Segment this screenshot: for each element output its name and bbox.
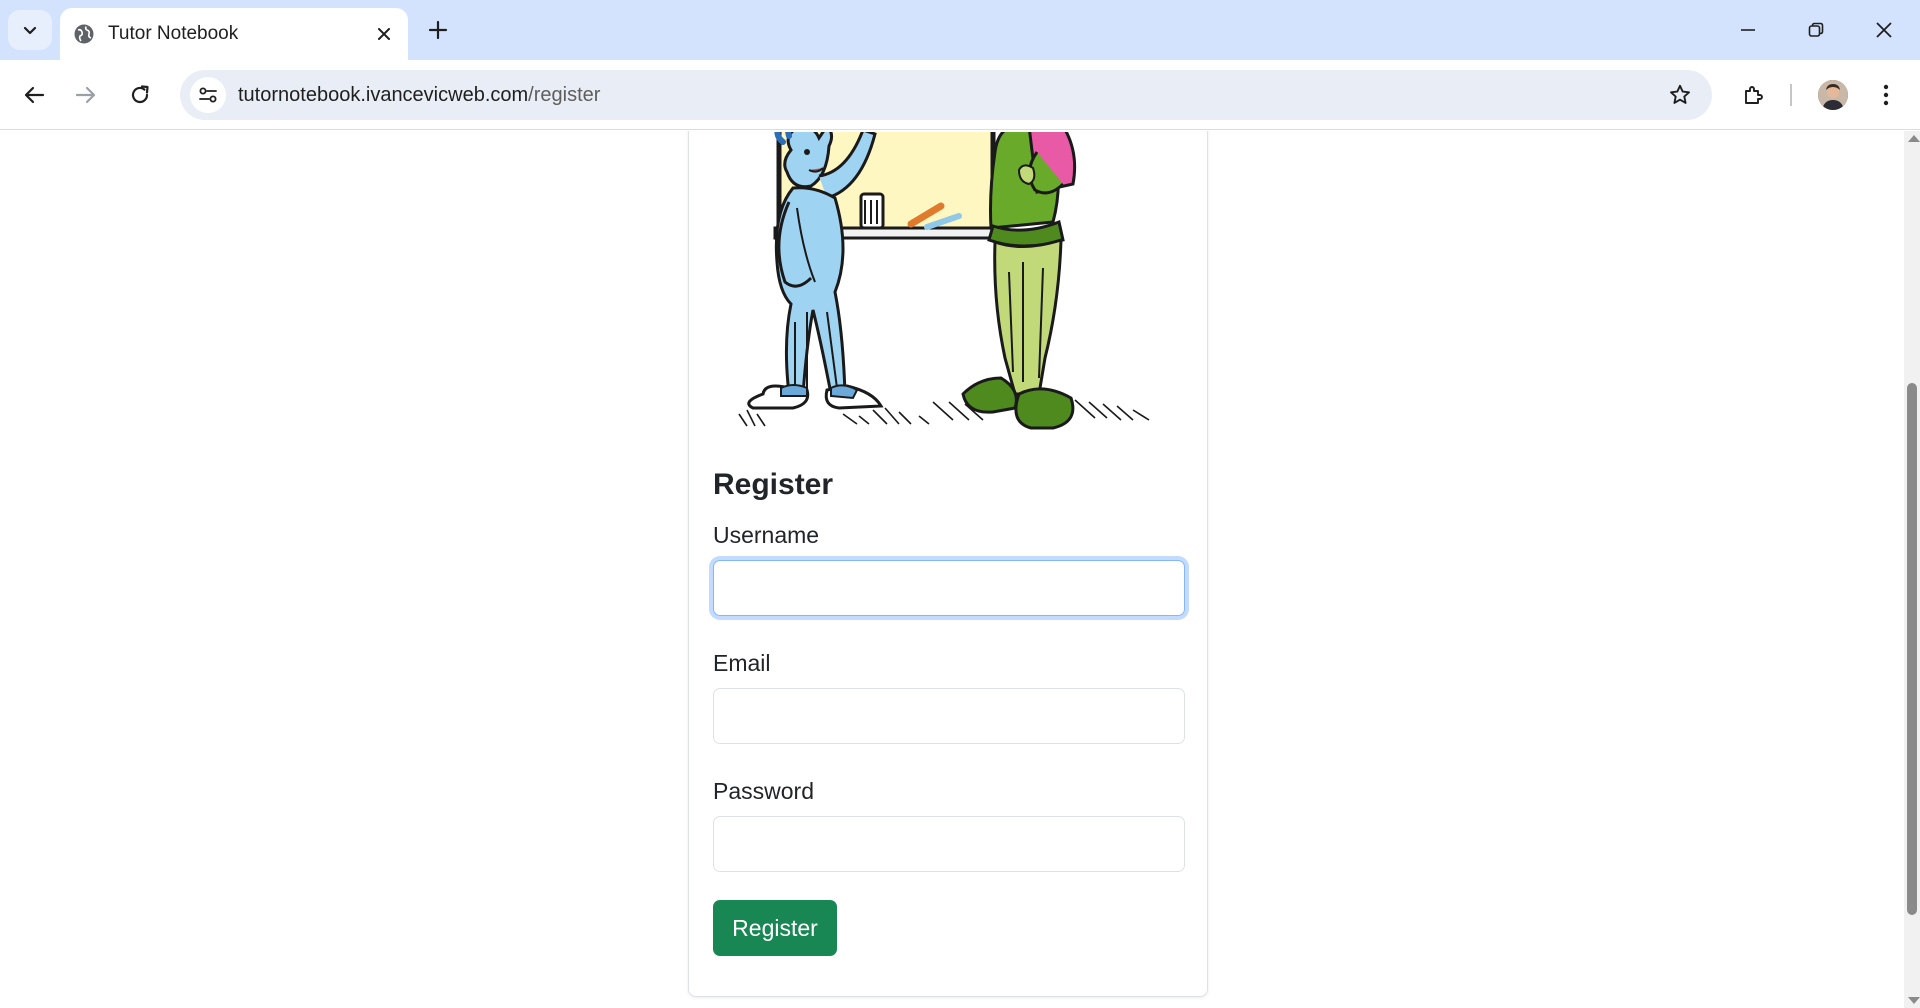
profile-avatar[interactable] xyxy=(1818,80,1848,110)
tab-title: Tutor Notebook xyxy=(108,23,239,44)
restore-button[interactable] xyxy=(1782,0,1850,60)
toolbar-divider xyxy=(1790,84,1792,106)
extensions-icon xyxy=(1745,86,1763,104)
restore-icon xyxy=(1808,22,1824,37)
browser-tab-active[interactable]: Tutor Notebook xyxy=(60,8,408,60)
window-close-button[interactable] xyxy=(1850,0,1918,60)
close-icon[interactable] xyxy=(368,18,400,50)
email-label: Email xyxy=(713,650,771,676)
new-tab-button[interactable] xyxy=(418,12,458,48)
tab-strip: Tutor Notebook xyxy=(0,0,1920,60)
address-bar[interactable]: tutornotebook.ivancevicweb.com/register xyxy=(180,70,1712,120)
back-button[interactable] xyxy=(12,73,56,117)
plus-icon xyxy=(428,20,448,40)
browser-toolbar: tutornotebook.ivancevicweb.com/register xyxy=(0,60,1920,130)
url-host: tutornotebook.ivancevicweb.com xyxy=(238,83,529,106)
reload-icon xyxy=(131,85,149,104)
globe-icon xyxy=(72,22,96,46)
extensions-button[interactable] xyxy=(1732,73,1776,117)
tab-search-button[interactable] xyxy=(8,10,52,50)
email-input[interactable] xyxy=(713,688,1185,744)
password-input[interactable] xyxy=(713,816,1185,872)
window-close-icon xyxy=(1876,22,1892,38)
more-menu-button[interactable] xyxy=(1864,73,1908,117)
url-text[interactable]: tutornotebook.ivancevicweb.com/register xyxy=(238,84,1660,107)
register-button[interactable]: Register xyxy=(713,900,837,956)
password-label: Password xyxy=(713,778,814,804)
minimize-button[interactable] xyxy=(1714,0,1782,60)
forward-button[interactable] xyxy=(64,73,108,117)
reload-button[interactable] xyxy=(118,73,162,117)
chevron-down-icon xyxy=(23,26,37,35)
page-viewport: Register Username Email Password Registe… xyxy=(0,131,1904,1008)
scroll-up-arrow-icon[interactable] xyxy=(1908,135,1920,142)
tutoring-illustration xyxy=(738,132,1150,430)
back-arrow-icon xyxy=(24,86,45,104)
star-icon[interactable] xyxy=(1660,75,1700,115)
username-label: Username xyxy=(713,522,820,548)
register-heading: Register xyxy=(713,468,834,501)
scroll-down-arrow-icon[interactable] xyxy=(1908,997,1920,1004)
forward-arrow-icon xyxy=(75,86,96,104)
minimize-icon xyxy=(1741,29,1755,31)
vertical-scrollbar[interactable] xyxy=(1904,131,1920,1008)
register-card: Register Username Email Password Registe… xyxy=(688,131,1208,997)
scrollbar-thumb[interactable] xyxy=(1907,383,1917,915)
url-path: /register xyxy=(528,83,601,106)
more-vert-icon xyxy=(1883,84,1889,106)
username-input[interactable] xyxy=(713,560,1185,616)
site-settings-icon[interactable] xyxy=(190,77,226,113)
